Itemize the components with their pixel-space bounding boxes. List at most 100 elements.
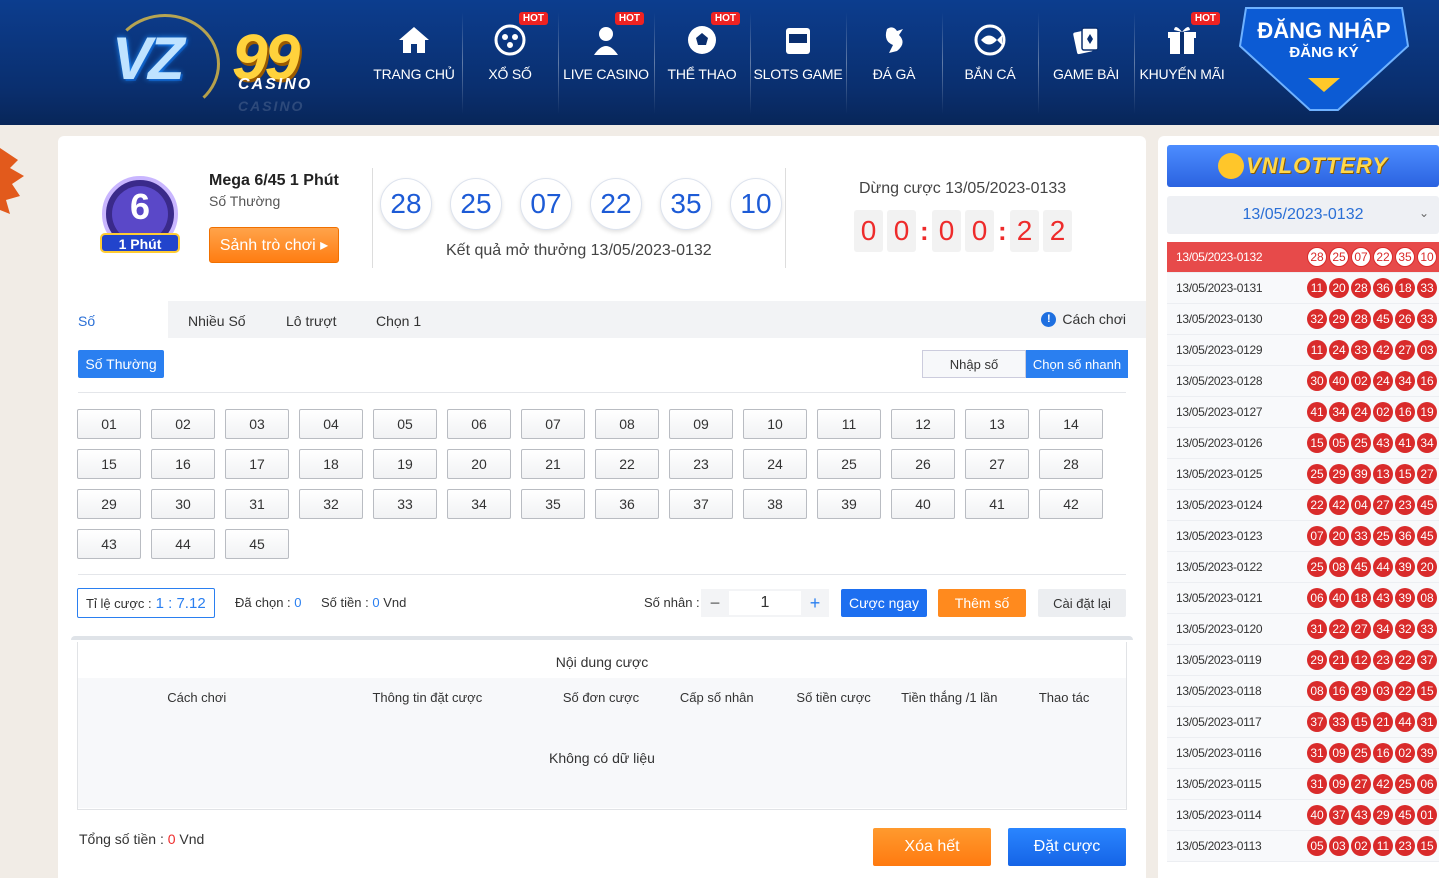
- vz99-casino-logo[interactable]: VZ 99 CASINO CASINO: [110, 14, 355, 119]
- history-row[interactable]: 13/05/2023-0113 05 03 02 11 23 15: [1167, 831, 1439, 862]
- number-button[interactable]: 29: [77, 489, 141, 519]
- number-button[interactable]: 32: [299, 489, 363, 519]
- nav-slots[interactable]: SLOTS GAME: [750, 0, 846, 114]
- number-button[interactable]: 18: [299, 449, 363, 479]
- tab-chon-1[interactable]: Chọn 1: [356, 301, 441, 338]
- number-button[interactable]: 33: [373, 489, 437, 519]
- number-button[interactable]: 09: [669, 409, 733, 439]
- number-button[interactable]: 22: [595, 449, 659, 479]
- bet-now-button[interactable]: Cược ngay: [841, 589, 927, 617]
- history-row[interactable]: 13/05/2023-0122 25 08 45 44 39 20: [1167, 552, 1439, 583]
- number-button[interactable]: 11: [817, 409, 881, 439]
- table-header: Cách chơi Thông tin đặt cược Số đơn cược…: [78, 678, 1126, 716]
- nav-live-casino[interactable]: HOT LIVE CASINO: [558, 0, 654, 114]
- reset-button[interactable]: Cài đặt lại: [1038, 589, 1126, 617]
- nav-fishing[interactable]: BẮN CÁ: [942, 0, 1038, 114]
- number-button[interactable]: 44: [151, 529, 215, 559]
- number-button[interactable]: 05: [373, 409, 437, 439]
- number-button[interactable]: 35: [521, 489, 585, 519]
- tab-lo-truot[interactable]: Lô trượt: [266, 301, 356, 338]
- nav-cockfight[interactable]: ĐÁ GÀ: [846, 0, 942, 114]
- number-button[interactable]: 34: [447, 489, 511, 519]
- history-row[interactable]: 13/05/2023-0116 31 09 25 16 02 39: [1167, 738, 1439, 769]
- number-button[interactable]: 41: [965, 489, 1029, 519]
- register-link[interactable]: ĐĂNG KÝ: [1238, 44, 1410, 61]
- mode-so-thuong-button[interactable]: Số Thường: [78, 350, 164, 378]
- quick-pick-button[interactable]: Chọn số nhanh: [1026, 350, 1128, 378]
- number-button[interactable]: 12: [891, 409, 955, 439]
- number-button[interactable]: 21: [521, 449, 585, 479]
- number-button[interactable]: 30: [151, 489, 215, 519]
- nav-promotions[interactable]: HOT KHUYẾN MÃI: [1134, 0, 1230, 114]
- history-row[interactable]: 13/05/2023-0115 31 09 27 42 25 06: [1167, 769, 1439, 800]
- number-button[interactable]: 36: [595, 489, 659, 519]
- draw-select[interactable]: 13/05/2023-0132 ⌄: [1167, 196, 1439, 234]
- history-row[interactable]: 13/05/2023-0131 11 20 28 36 18 33: [1167, 273, 1439, 304]
- history-row[interactable]: 13/05/2023-0124 22 42 04 27 23 45: [1167, 490, 1439, 521]
- nav-home[interactable]: TRANG CHỦ: [366, 0, 462, 100]
- history-row[interactable]: 13/05/2023-0123 07 20 33 25 36 45: [1167, 521, 1439, 552]
- add-number-button[interactable]: Thêm số: [938, 589, 1026, 617]
- number-button[interactable]: 28: [1039, 449, 1103, 479]
- history-row[interactable]: 13/05/2023-0129 11 24 33 42 27 03: [1167, 335, 1439, 366]
- number-button[interactable]: 14: [1039, 409, 1103, 439]
- number-button[interactable]: 07: [521, 409, 585, 439]
- number-button[interactable]: 39: [817, 489, 881, 519]
- increment-button[interactable]: +: [801, 593, 829, 614]
- number-button[interactable]: 23: [669, 449, 733, 479]
- number-button[interactable]: 43: [77, 529, 141, 559]
- number-button[interactable]: 27: [965, 449, 1029, 479]
- number-button[interactable]: 04: [299, 409, 363, 439]
- history-row[interactable]: 13/05/2023-0118 08 16 29 03 22 15: [1167, 676, 1439, 707]
- history-row[interactable]: 13/05/2023-0130 32 29 28 45 26 33: [1167, 304, 1439, 335]
- clear-all-button[interactable]: Xóa hết: [873, 828, 991, 866]
- history-row[interactable]: 13/05/2023-0120 31 22 27 34 32 33: [1167, 614, 1439, 645]
- history-row[interactable]: 13/05/2023-0128 30 40 02 24 34 16: [1167, 366, 1439, 397]
- nav-lottery[interactable]: HOT XỔ SỐ: [462, 0, 558, 114]
- login-link[interactable]: ĐĂNG NHẬP: [1238, 18, 1410, 44]
- history-row[interactable]: 13/05/2023-0114 40 37 43 29 45 01: [1167, 800, 1439, 831]
- history-row[interactable]: 13/05/2023-0126 15 05 25 43 41 34: [1167, 428, 1439, 459]
- number-button[interactable]: 38: [743, 489, 807, 519]
- history-row[interactable]: 13/05/2023-0117 37 33 15 21 44 31: [1167, 707, 1439, 738]
- number-button[interactable]: 02: [151, 409, 215, 439]
- how-to-play-link[interactable]: ! Cách chơi: [1041, 311, 1126, 327]
- place-bet-button[interactable]: Đặt cược: [1008, 828, 1126, 866]
- number-button[interactable]: 01: [77, 409, 141, 439]
- number-button[interactable]: 03: [225, 409, 289, 439]
- number-button[interactable]: 25: [817, 449, 881, 479]
- nav-card-games[interactable]: GAME BÀI: [1038, 0, 1134, 114]
- number-button[interactable]: 10: [743, 409, 807, 439]
- history-ball: 04: [1351, 495, 1371, 515]
- history-row[interactable]: 13/05/2023-0132 28 25 07 22 35 10: [1167, 242, 1439, 273]
- login-register-panel[interactable]: ĐĂNG NHẬP ĐĂNG KÝ: [1238, 6, 1410, 116]
- number-button[interactable]: 42: [1039, 489, 1103, 519]
- history-row[interactable]: 13/05/2023-0121 06 40 18 43 39 08: [1167, 583, 1439, 614]
- number-button[interactable]: 24: [743, 449, 807, 479]
- manual-input-button[interactable]: Nhập số: [922, 350, 1026, 378]
- number-button[interactable]: 06: [447, 409, 511, 439]
- history-ball: 40: [1329, 371, 1349, 391]
- tab-so-thuong[interactable]: Số Thường: [58, 301, 168, 369]
- number-button[interactable]: 08: [595, 409, 659, 439]
- number-button[interactable]: 20: [447, 449, 511, 479]
- number-button[interactable]: 37: [669, 489, 733, 519]
- multiplier-input[interactable]: 1: [729, 591, 801, 615]
- history-row[interactable]: 13/05/2023-0127 41 34 24 02 16 19: [1167, 397, 1439, 428]
- number-button[interactable]: 15: [77, 449, 141, 479]
- history-ball: 08: [1417, 588, 1437, 608]
- number-button[interactable]: 45: [225, 529, 289, 559]
- game-lobby-button[interactable]: Sảnh trò chơi ▸: [209, 227, 339, 263]
- number-button[interactable]: 31: [225, 489, 289, 519]
- tab-nhieu-so[interactable]: Nhiều Số: [168, 301, 266, 338]
- number-button[interactable]: 26: [891, 449, 955, 479]
- history-row[interactable]: 13/05/2023-0125 25 29 39 13 15 27: [1167, 459, 1439, 490]
- number-button[interactable]: 40: [891, 489, 955, 519]
- number-button[interactable]: 17: [225, 449, 289, 479]
- number-button[interactable]: 13: [965, 409, 1029, 439]
- number-button[interactable]: 16: [151, 449, 215, 479]
- decrement-button[interactable]: −: [701, 593, 729, 614]
- history-row[interactable]: 13/05/2023-0119 29 21 12 23 22 37: [1167, 645, 1439, 676]
- number-button[interactable]: 19: [373, 449, 437, 479]
- nav-sports[interactable]: HOT THỂ THAO: [654, 0, 750, 114]
